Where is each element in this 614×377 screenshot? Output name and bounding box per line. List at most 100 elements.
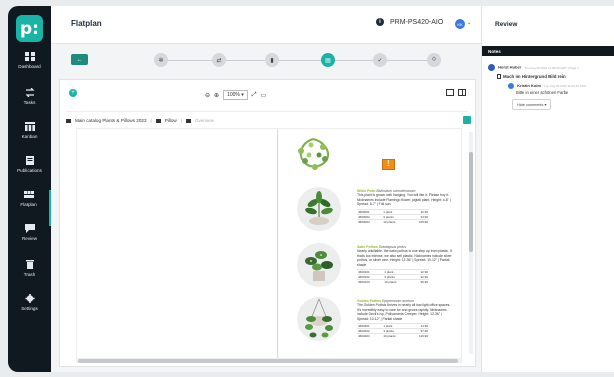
product-name: Satin Pothos	[357, 245, 378, 249]
price-cell: 119.90	[408, 333, 429, 339]
tab-notes[interactable]: Notes	[482, 46, 614, 56]
back-button[interactable]: ←	[71, 54, 88, 65]
reply-meta: Tue Aug 30 2022 11:02:31 GMT	[544, 84, 587, 89]
breadcrumb-catalog[interactable]: Main catalog Plants & Pillows 2023	[75, 118, 147, 123]
product-name: Golden Pothos	[357, 299, 382, 303]
review-panel: Review Notes Horst Huber Thu Aug 25 2022…	[481, 6, 614, 372]
left-page[interactable]	[77, 129, 278, 358]
sidebar-item-dashboard[interactable]: Dashboard	[8, 52, 51, 88]
horizontal-scrollbar[interactable]	[76, 359, 462, 363]
document-id-label: PRM-PS420-AIO	[390, 18, 444, 26]
comment-thread: Horst Huber Thu Aug 25 2022 11:00:00 GMT…	[488, 64, 612, 110]
sku-cell: 4600103	[357, 279, 384, 285]
grid-icon	[24, 52, 35, 61]
edit-toggle[interactable]	[463, 116, 471, 124]
zoom-in-icon[interactable]: ⊕	[214, 92, 219, 99]
swap-icon	[25, 88, 34, 97]
breadcrumb-separator: |	[150, 118, 152, 123]
zoom-out-icon[interactable]: ⊖	[205, 92, 210, 99]
breadcrumb-overview[interactable]: Overview	[195, 118, 214, 123]
hide-comments-button[interactable]: Hide comments ▾	[512, 99, 552, 110]
trash-icon	[25, 260, 34, 269]
avatar	[488, 64, 495, 71]
comment-meta: Thu Aug 25 2022 11:00:00 GMT | Page 1	[524, 65, 579, 70]
avatar[interactable]: KK	[455, 19, 465, 29]
page-spread: White Pearl Ballostium schroderianum Thi…	[76, 128, 462, 359]
price-cell: 109.90	[408, 218, 429, 224]
app-background: p: Dashboard Tasks Kanban Publications F…	[0, 0, 614, 377]
product-description: This plant is grown well hanging. You wi…	[357, 193, 451, 207]
catalog-icon	[66, 118, 71, 123]
price-table: 4600001 1 plant 12.90 4600002 3 plants 34.90…	[357, 208, 429, 224]
single-page-icon[interactable]	[446, 89, 454, 96]
product-latin-name: Epipremnum aureum	[382, 299, 414, 303]
table-row: 4600203 10 plants 119.90	[357, 333, 429, 339]
review-title: Review	[495, 21, 518, 28]
right-page[interactable]: White Pearl Ballostium schroderianum Thi…	[279, 129, 461, 358]
sidebar-item-label: Trash	[23, 272, 36, 277]
chevron-down-icon[interactable]: ⌄	[467, 20, 471, 26]
spread-view-icon[interactable]	[458, 89, 466, 96]
zoom-value: 100%	[227, 92, 240, 98]
sku-cell: 4600003	[357, 218, 383, 224]
sidebar-item-publications[interactable]: Publications	[8, 156, 51, 192]
product-block-golden-pothos[interactable]: Golden Pothos Epipremnum aureum The Gold…	[357, 299, 453, 339]
document-icon	[497, 74, 501, 79]
workflow-step-review[interactable]: ▤	[321, 53, 335, 67]
sidebar-item-trash[interactable]: Trash	[8, 260, 51, 296]
sidebar-item-flatplan[interactable]: Flatplan	[8, 190, 51, 226]
comment-author: Horst Huber	[498, 64, 522, 70]
workflow-line	[161, 60, 441, 61]
sidebar-item-settings[interactable]: Settings	[8, 294, 51, 330]
comment-text: Mach im Hintergrund Bild rein	[503, 74, 566, 79]
info-icon: i	[376, 18, 384, 26]
product-description: The Golden Pothos thrives in nearly all …	[357, 303, 451, 321]
zoom-select[interactable]: 100% ▾	[223, 90, 248, 100]
flatplan-canvas: + ⊖ ⊕ 100% ▾ ⤢ ▭ Main catalog Plants & P…	[59, 79, 476, 367]
workflow-stepper: ← ✲ ⇄ ▮ ▤ ✓ ⟐	[51, 44, 481, 76]
app-logo[interactable]: p:	[16, 15, 43, 42]
book-icon	[25, 156, 34, 165]
comment-body[interactable]: Mach im Hintergrund Bild rein	[497, 74, 612, 79]
sidebar-item-label: Dashboard	[18, 64, 41, 69]
vertical-scrollbar[interactable]	[469, 132, 473, 354]
table-row: 4600103 10 plants 99.90	[357, 279, 429, 285]
comment-mode-icon[interactable]: ▭	[261, 92, 267, 99]
sticky-note-icon[interactable]	[382, 159, 395, 170]
flatplan-icon	[23, 191, 34, 198]
workflow-step-publication[interactable]: ▮	[265, 53, 279, 67]
kanban-icon	[24, 122, 35, 131]
plant-image-hanging[interactable]	[293, 137, 333, 177]
scroll-thumb[interactable]	[78, 359, 458, 363]
view-mode-toggle	[446, 89, 466, 96]
workflow-step-approve[interactable]: ✓	[373, 53, 387, 67]
sidebar-item-tasks[interactable]: Tasks	[8, 88, 51, 124]
sidebar-item-review[interactable]: Review	[8, 224, 51, 260]
sidebar-item-label: Settings	[21, 306, 38, 311]
table-row: 4600003 10 plants 109.90	[357, 218, 429, 224]
fit-screen-icon[interactable]: ⤢	[252, 92, 257, 99]
comment-reply: Kristin Koim Tue Aug 30 2022 11:02:31 GM…	[508, 83, 612, 95]
workflow-step-settings[interactable]: ✲	[154, 53, 168, 67]
top-header: Flatplan i PRM-PS420-AIO KK ⌄	[51, 6, 481, 44]
sidebar-item-label: Review	[21, 236, 38, 241]
breadcrumb: Main catalog Plants & Pillows 2023 | Pil…	[66, 111, 468, 123]
product-block-satin-pothos[interactable]: Satin Pothos Scindapsus pictus Nearly un…	[357, 245, 453, 285]
comment-header: Horst Huber Thu Aug 25 2022 11:00:00 GMT…	[488, 64, 612, 71]
breadcrumb-section[interactable]: Pillow	[165, 118, 177, 123]
qty-cell: 10 plants	[382, 218, 409, 224]
sku-cell: 4600203	[357, 333, 383, 339]
workflow-step-share[interactable]: ⟐	[427, 53, 441, 67]
add-button[interactable]: +	[69, 89, 77, 97]
product-block-white-pearl[interactable]: White Pearl Ballostium schroderianum Thi…	[357, 189, 453, 224]
workflow-step-tasks[interactable]: ⇄	[212, 53, 226, 67]
plant-image-satin-pothos[interactable]	[297, 243, 341, 287]
app-window: p: Dashboard Tasks Kanban Publications F…	[8, 6, 614, 372]
avatar	[508, 83, 514, 89]
scroll-thumb[interactable]	[469, 152, 473, 252]
plant-image-golden-pothos[interactable]	[297, 297, 341, 341]
document-id[interactable]: i PRM-PS420-AIO	[376, 18, 443, 26]
sidebar-item-kanban[interactable]: Kanban	[8, 122, 51, 158]
sidebar-item-label: Tasks	[23, 100, 36, 105]
plant-image-white-pearl[interactable]	[297, 187, 341, 231]
